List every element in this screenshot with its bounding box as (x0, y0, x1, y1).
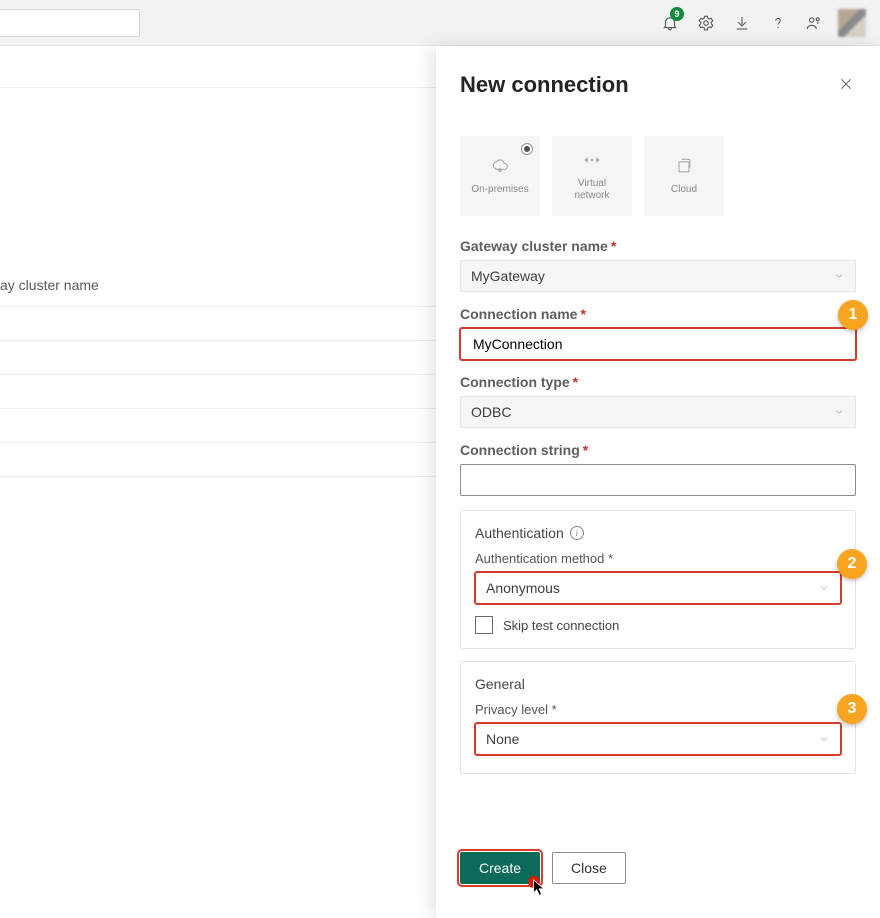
column-header-gateway: ay cluster name (0, 277, 99, 293)
panel-title: New connection (460, 72, 629, 98)
tile-cloud[interactable]: Cloud (644, 136, 724, 216)
section-authentication: Authentication i Authentication method *… (460, 510, 856, 649)
chevron-down-icon (833, 406, 845, 418)
tile-virtual-network[interactable]: Virtual network (552, 136, 632, 216)
section-title-general: General (475, 676, 841, 692)
top-bar: 9 (0, 0, 880, 46)
label-connection-type: Connection type* (460, 374, 856, 390)
chevron-down-icon (833, 270, 845, 282)
label-privacy-level: Privacy level * (475, 702, 841, 717)
section-title-authentication: Authentication i (475, 525, 841, 541)
help-button[interactable] (760, 5, 796, 41)
callout-1: 1 (838, 300, 868, 330)
chevron-down-icon (818, 733, 830, 745)
select-connection-type[interactable]: ODBC (460, 396, 856, 428)
info-icon[interactable]: i (570, 526, 584, 540)
tile-on-premises[interactable]: On-premises (460, 136, 540, 216)
close-panel-button[interactable] (838, 76, 856, 94)
avatar[interactable] (838, 9, 866, 37)
tile-label: Cloud (671, 184, 697, 197)
select-value: Anonymous (486, 580, 560, 596)
create-button[interactable]: Create (460, 852, 540, 884)
connection-source-tiles: On-premises Virtual network Cloud (460, 136, 856, 216)
download-button[interactable] (724, 5, 760, 41)
label-connection-string: Connection string* (460, 442, 856, 458)
label-auth-method: Authentication method * (475, 551, 841, 566)
account-manager-button[interactable] (796, 5, 832, 41)
label-gateway-cluster: Gateway cluster name* (460, 238, 856, 254)
section-general: General Privacy level * None 3 (460, 661, 856, 774)
select-privacy-level[interactable]: None (475, 723, 841, 755)
callout-3: 3 (837, 694, 867, 724)
callout-2: 2 (837, 549, 867, 579)
tile-label: On-premises (471, 184, 528, 197)
label-skip-test: Skip test connection (503, 618, 619, 633)
select-auth-method[interactable]: Anonymous (475, 572, 841, 604)
select-value: MyGateway (471, 268, 545, 284)
tile-label-line2: network (574, 190, 609, 203)
select-value: None (486, 731, 519, 747)
label-connection-name: Connection name* (460, 306, 856, 322)
input-connection-name-wrap (460, 328, 856, 360)
select-value: ODBC (471, 404, 511, 420)
input-connection-string[interactable] (471, 465, 845, 495)
select-gateway-cluster[interactable]: MyGateway (460, 260, 856, 292)
search-input-stub[interactable] (0, 9, 140, 37)
input-connection-string-wrap (460, 464, 856, 496)
chevron-down-icon (818, 582, 830, 594)
notification-badge: 9 (670, 7, 684, 21)
notifications-button[interactable]: 9 (652, 5, 688, 41)
new-connection-panel: New connection On-premises Virtual netwo… (436, 46, 880, 918)
radio-icon (521, 143, 533, 155)
close-button[interactable]: Close (552, 852, 626, 884)
settings-button[interactable] (688, 5, 724, 41)
input-connection-name[interactable] (471, 329, 845, 359)
checkbox-skip-test[interactable] (475, 616, 493, 634)
tile-label-line1: Virtual (578, 178, 606, 191)
